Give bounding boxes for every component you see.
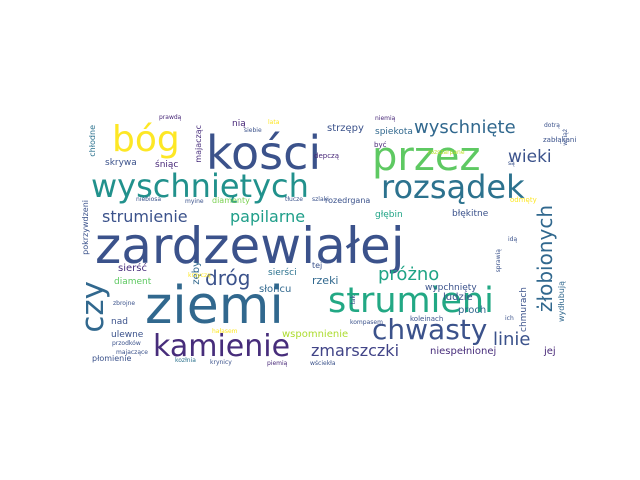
word-sniac: śniąc — [155, 160, 179, 170]
word-ludzie: ludzie — [443, 292, 473, 303]
word-zmarszczki: zmarszczki — [311, 341, 400, 360]
word-blekitne: błękitne — [452, 209, 489, 219]
word-siersci: sierści — [268, 268, 297, 278]
word-rozsadek: rozsądek — [381, 168, 525, 206]
word-myine: myine — [185, 198, 204, 205]
word-strzepy: strzępy — [327, 123, 364, 134]
word-chmurach: chmurach — [519, 287, 529, 332]
word-dotra: dotrą — [544, 122, 560, 129]
word-kamienie: kamienie — [153, 329, 291, 364]
word-wyschniete: wyschnięte — [414, 117, 516, 138]
word-wspomnienie: wspomnienie — [282, 329, 349, 340]
word-szlaki: szlaki — [312, 196, 329, 203]
word-majaczace: majaczące — [116, 349, 148, 356]
word-krzycza: krzyczą — [188, 272, 211, 279]
word-skrywa: skrywa — [105, 158, 137, 168]
word-niebiosa: niebiosa — [136, 196, 162, 203]
word-bog: bóg — [112, 119, 180, 160]
word-drog: dróg — [205, 266, 251, 290]
word-halasem: hałasem — [212, 328, 238, 335]
word-nad: nad — [111, 317, 128, 327]
word-byc: być — [374, 141, 387, 149]
word-spiekota: spiekota — [375, 127, 413, 137]
word-ida: idą — [508, 236, 518, 243]
word-niespelnionej: niespełnionej — [430, 346, 497, 357]
word-zbrojne: zbrojne — [113, 300, 136, 307]
word-rozszarpane: rozszarpane — [428, 149, 465, 156]
word-glebin: głębin — [375, 210, 403, 220]
word-tej: tej — [312, 261, 323, 270]
word-chlodne: chłodne — [88, 125, 97, 157]
word-siebie: siebie — [244, 127, 262, 134]
word-kompasem: kompasem — [350, 319, 383, 326]
word-czy: czy — [75, 281, 111, 333]
word-tak: tak — [350, 295, 357, 305]
word-prawda: prawdą — [159, 114, 182, 121]
word-rozedrgana: rozedrgana — [325, 196, 371, 205]
word-piemia: piemią — [267, 360, 288, 367]
word-przodkow: przodków — [112, 340, 141, 347]
word-siersc: sierść — [118, 263, 147, 274]
word-diament: diament — [114, 277, 152, 287]
word-plomienie: płomienie — [92, 354, 132, 363]
word-lata: lata — [268, 119, 280, 126]
word-tlucze: tłucze — [285, 196, 303, 203]
word-wypchniety: wypchnięty — [425, 283, 477, 293]
word-depcza: depczą — [314, 152, 340, 160]
word-ich: ich — [505, 315, 514, 322]
word-cloud: zardzewiałej ziemi kości przez wyschnięt… — [75, 113, 580, 369]
word-niemia: niemią — [375, 115, 396, 122]
word-rzeki: rzeki — [312, 274, 339, 287]
word-diamenty: diamenty — [212, 196, 250, 205]
word-proch: proch — [458, 305, 487, 316]
word-linie: linie — [493, 329, 531, 350]
word-wsciekla: wściekła — [310, 360, 336, 367]
word-wydlubuja: wydłubują — [557, 281, 566, 322]
word-koleinach: koleinach — [410, 315, 444, 323]
word-krynicy: krynicy — [210, 359, 232, 366]
word-jej: jej — [544, 346, 556, 357]
word-papilarne: papilarne — [230, 207, 306, 226]
word-sloncu: słońcu — [259, 284, 292, 295]
word-kozlnia: kozłnia — [175, 357, 196, 364]
word-sa: są — [508, 160, 515, 167]
word-wciaz: wciąż — [562, 129, 569, 146]
word-strumienie: strumienie — [102, 207, 188, 226]
word-majaczac: majacząc — [194, 125, 203, 163]
word-prozno: próżno — [378, 264, 440, 285]
word-odmety: odmęty — [510, 196, 537, 204]
word-pokrzywdzeni: pokrzywdzeni — [81, 200, 90, 255]
word-zlobionych: żłobionych — [533, 205, 557, 313]
word-ulewne: ulewne — [111, 330, 144, 340]
word-zablakani: zabłąkani — [543, 136, 577, 144]
word-sprawia: sprawią — [495, 249, 502, 273]
